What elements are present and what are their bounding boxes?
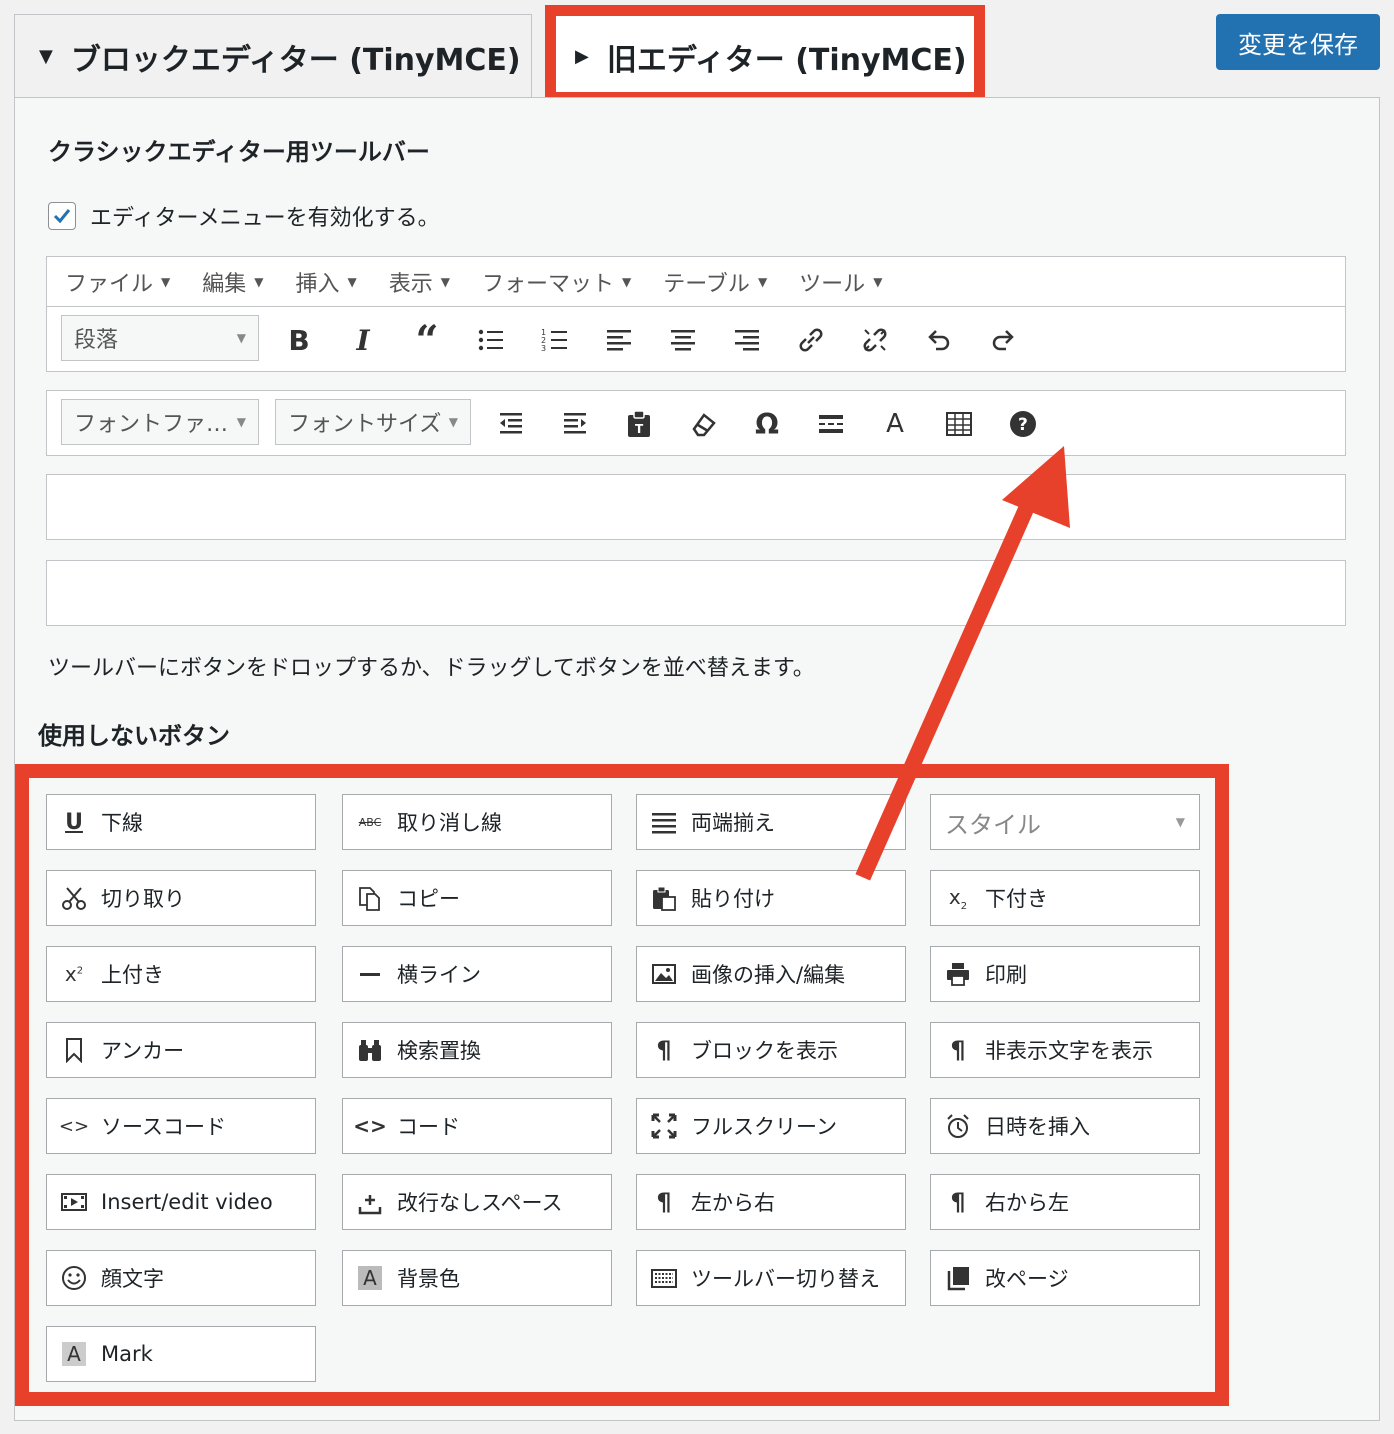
- caret-down-icon: ▼: [440, 274, 450, 289]
- help-icon[interactable]: ?: [1003, 405, 1043, 443]
- bullet-list-icon[interactable]: [471, 321, 511, 359]
- italic-icon[interactable]: I: [343, 321, 383, 359]
- empty-toolbar-row-3[interactable]: [46, 474, 1346, 540]
- caret-down-icon: ▼: [622, 274, 632, 289]
- highlight-frame-unused: [15, 764, 1229, 1406]
- blockquote-icon[interactable]: “: [407, 317, 447, 364]
- caret-down-icon: ▼: [757, 274, 768, 289]
- menu-table[interactable]: テーブル ▼: [663, 266, 767, 298]
- format-select[interactable]: 段落 ▼: [61, 315, 259, 361]
- paste-text-icon[interactable]: T: [619, 405, 659, 443]
- text-color-icon[interactable]: A: [875, 405, 915, 443]
- read-more-icon[interactable]: [811, 405, 851, 443]
- section-title: クラシックエディター用ツールバー: [48, 138, 430, 166]
- align-left-icon[interactable]: [599, 321, 639, 359]
- checkmark-icon: [53, 209, 71, 224]
- caret-down-icon: ▼: [236, 415, 246, 429]
- undo-icon[interactable]: [919, 321, 959, 359]
- caret-down-icon: ▼: [873, 274, 883, 289]
- tab-label: ブロックエディター (TinyMCE): [70, 42, 521, 78]
- menu-insert[interactable]: 挿入 ▼: [296, 266, 357, 298]
- font-family-select[interactable]: フォントファ… ▼: [61, 399, 259, 445]
- table-icon[interactable]: [939, 405, 979, 443]
- indent-icon[interactable]: [555, 405, 595, 443]
- link-icon[interactable]: [791, 321, 831, 359]
- tab-block-editor[interactable]: ▼ ブロックエディター (TinyMCE): [14, 14, 532, 98]
- outdent-icon[interactable]: [491, 405, 531, 443]
- svg-text:?: ?: [1018, 415, 1028, 435]
- caret-down-icon: ▼: [254, 274, 264, 289]
- clear-format-icon[interactable]: [683, 405, 723, 443]
- align-center-icon[interactable]: [663, 321, 703, 359]
- svg-text:3: 3: [541, 344, 546, 353]
- omega-icon[interactable]: Ω: [747, 405, 787, 443]
- unlink-icon[interactable]: [855, 321, 895, 359]
- caret-down-icon: ▼: [236, 331, 246, 345]
- drag-hint: ツールバーにボタンをドロップするか、ドラッグしてボタンを並べ替えます。: [48, 656, 815, 681]
- bold-icon[interactable]: B: [279, 321, 319, 359]
- menu-tools[interactable]: ツール ▼: [799, 266, 882, 298]
- menu-edit[interactable]: 編集 ▼: [202, 266, 263, 298]
- svg-text:T: T: [635, 422, 644, 436]
- menu-format[interactable]: フォーマット ▼: [482, 266, 631, 298]
- enable-menu-row: エディターメニューを有効化する。: [48, 200, 440, 232]
- unused-buttons-title: 使用しないボタン: [38, 722, 230, 750]
- caret-down-icon: ▼: [161, 274, 171, 289]
- editor-menubar: ファイル ▼ 編集 ▼ 挿入 ▼ 表示 ▼ フォーマット ▼ テーブル ▼ ツール ▼: [46, 256, 1346, 306]
- empty-toolbar-row-4[interactable]: [46, 560, 1346, 626]
- triangle-down-icon: ▼: [39, 46, 53, 67]
- font-size-select[interactable]: フォントサイズ ▼: [275, 399, 471, 445]
- enable-menu-label: エディターメニューを有効化する。: [90, 206, 440, 231]
- highlight-frame-tab: [545, 5, 985, 103]
- align-right-icon[interactable]: [727, 321, 767, 359]
- enable-menu-checkbox[interactable]: [48, 202, 76, 230]
- menu-file[interactable]: ファイル ▼: [65, 266, 170, 298]
- caret-down-icon: ▼: [347, 274, 357, 289]
- editor-toolbar-2: フォントファ… ▼ フォントサイズ ▼ T Ω A ?: [46, 390, 1346, 456]
- menu-view[interactable]: 表示 ▼: [389, 266, 450, 298]
- numbered-list-icon[interactable]: 123: [535, 321, 575, 359]
- redo-icon[interactable]: [983, 321, 1023, 359]
- editor-toolbar-1: 段落 ▼ B I “ 123: [46, 306, 1346, 372]
- caret-down-icon: ▼: [448, 415, 458, 429]
- save-button[interactable]: 変更を保存: [1216, 14, 1380, 70]
